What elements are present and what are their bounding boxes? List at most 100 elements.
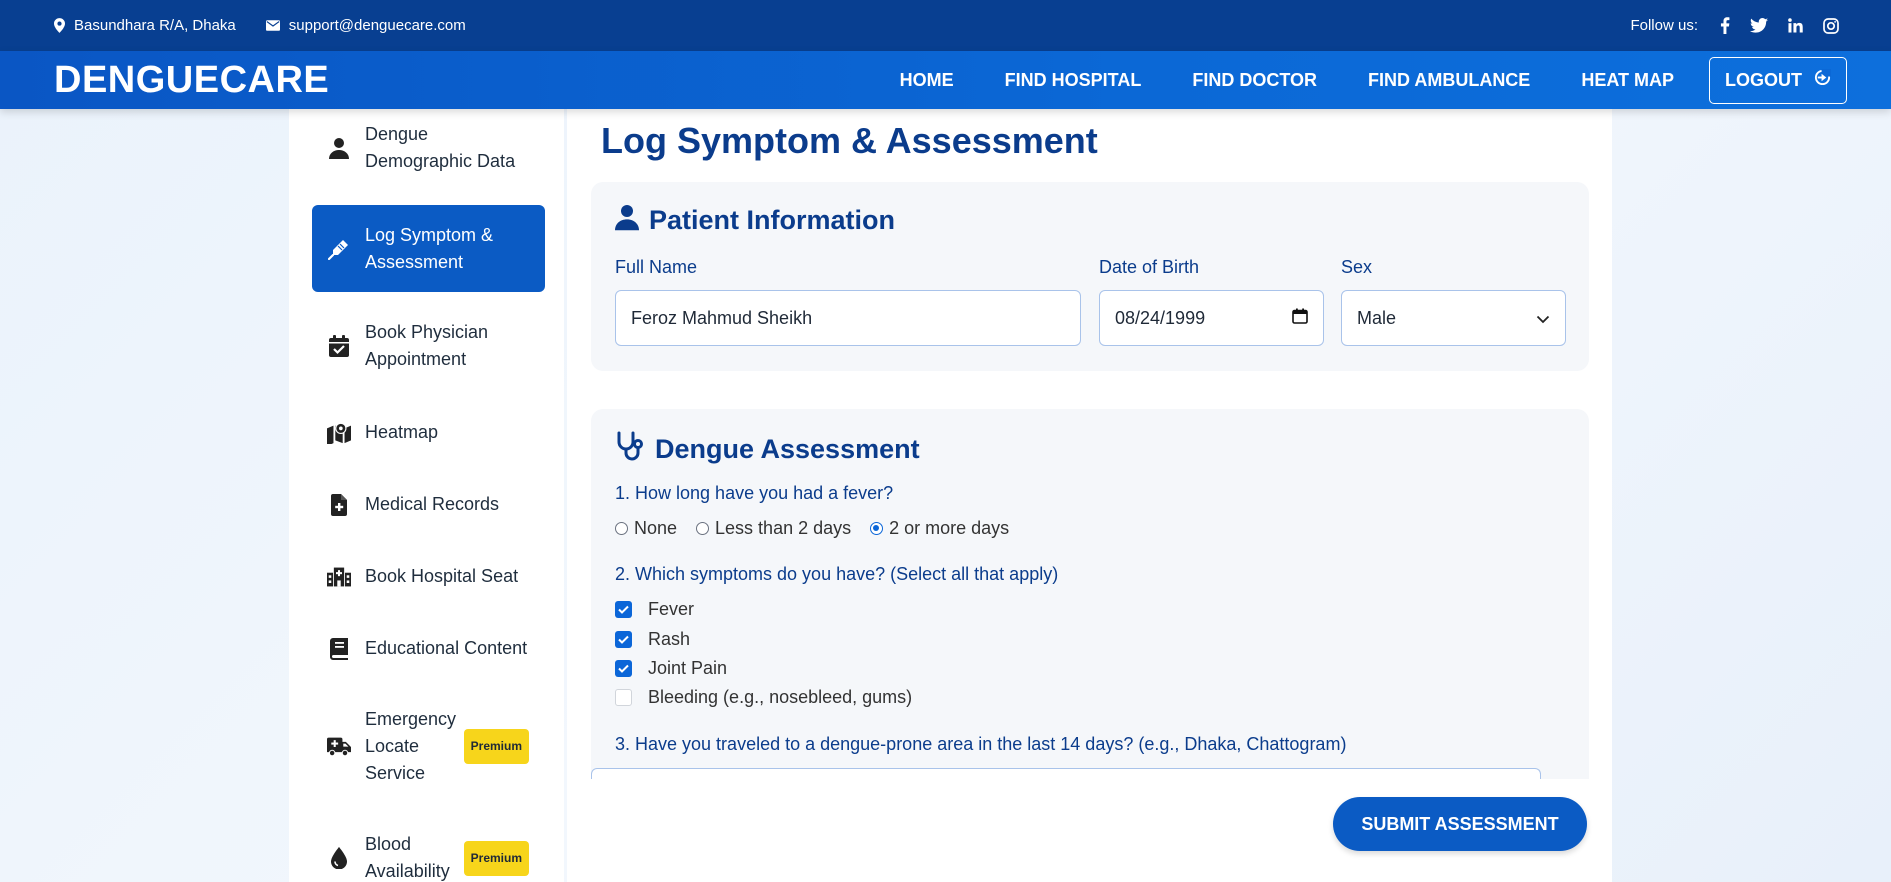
sidebar-item-label: Blood Availability [365, 834, 450, 881]
patient-information-title: Patient Information [649, 205, 896, 235]
patient-information-heading: Patient Information [615, 203, 895, 238]
nav-find-hospital[interactable]: FIND HOSPITAL [1005, 70, 1142, 91]
sidebar-item-blood-availability[interactable]: Blood Availability Premium [312, 831, 545, 882]
blood-drop-icon [327, 847, 351, 869]
map-marker-icon [327, 422, 351, 444]
radio-label: Less than 2 days [715, 518, 852, 538]
checkbox-label: Bleeding (e.g., nosebleed, gums) [648, 687, 913, 707]
nav-home[interactable]: HOME [900, 70, 954, 91]
sidebar-item-label: Heatmap [365, 422, 439, 442]
fever-duration-options: None Less than 2 days 2 or more days [615, 518, 1028, 539]
envelope-icon [265, 20, 280, 31]
sidebar-item-label: Log Symptom & Assessment [365, 224, 494, 272]
checkbox-unchecked[interactable] [615, 689, 632, 706]
premium-badge: Premium [463, 729, 529, 764]
radio-label: None [634, 518, 678, 538]
patient-information-card: Patient Information Full Name Feroz Mahm… [591, 182, 1589, 371]
question-travel: 3. Have you traveled to a dengue-prone a… [615, 734, 1347, 754]
radio-2-or-more-days[interactable]: 2 or more days [870, 518, 1009, 539]
date-of-birth-input[interactable]: 08/24/1999 [1099, 290, 1324, 346]
checkbox-checked[interactable] [615, 601, 632, 618]
book-icon [327, 637, 351, 660]
calendar-icon[interactable] [1292, 308, 1308, 329]
full-name-input[interactable]: Feroz Mahmud Sheikh [615, 290, 1081, 346]
question-fever-duration: 1. How long have you had a fever? [615, 483, 894, 503]
checkbox-label: Fever [648, 599, 695, 619]
premium-badge: Premium [463, 840, 529, 876]
stethoscope-icon [615, 431, 645, 468]
sidebar-item-label: Educational Content [365, 638, 528, 658]
submit-assessment-button[interactable]: SUBMIT ASSESSMENT [1333, 797, 1587, 851]
sidebar: Dengue Demographic Data Log Symptom & As… [289, 109, 564, 882]
dengue-assessment-heading: Dengue Assessment [615, 431, 920, 468]
address-contact: Basundhara R/A, Dhaka [54, 17, 236, 34]
sidebar-item-label: Dengue Demographic Data [365, 124, 516, 171]
email-text[interactable]: support@denguecare.com [289, 17, 466, 34]
nav-links: HOME FIND HOSPITAL FIND DOCTOR FIND AMBU… [849, 56, 1847, 104]
form-footer: SUBMIT ASSESSMENT [591, 779, 1589, 867]
nav-find-doctor[interactable]: FIND DOCTOR [1192, 70, 1317, 91]
logout-button[interactable]: LOGOUT [1709, 56, 1847, 104]
full-name-value: Feroz Mahmud Sheikh [631, 307, 813, 328]
nav-find-ambulance[interactable]: FIND AMBULANCE [1368, 70, 1530, 91]
linkedin-icon[interactable] [1788, 18, 1803, 33]
address-text: Basundhara R/A, Dhaka [74, 17, 236, 34]
radio-button[interactable] [615, 522, 628, 535]
full-name-label: Full Name [615, 257, 698, 277]
email-contact[interactable]: support@denguecare.com [265, 17, 466, 34]
checkbox-bleeding[interactable]: Bleeding (e.g., nosebleed, gums) [615, 687, 912, 708]
page-title: Log Symptom & Assessment [601, 120, 1098, 161]
main-navbar: DENGUECARE HOME FIND HOSPITAL FIND DOCTO… [0, 51, 1891, 109]
dengue-assessment-card: Dengue Assessment 1. How long have you h… [591, 409, 1589, 809]
radio-none[interactable]: None [615, 518, 677, 539]
file-medical-icon [327, 493, 351, 516]
date-of-birth-label: Date of Birth [1099, 257, 1200, 277]
dengue-assessment-title: Dengue Assessment [655, 434, 920, 464]
checkbox-label: Rash [648, 629, 691, 649]
sidebar-item-book-hospital-seat[interactable]: Book Hospital Seat [312, 563, 545, 590]
calendar-check-icon [327, 335, 351, 357]
sex-value: Male [1357, 307, 1397, 328]
chevron-down-icon [1536, 308, 1550, 329]
user-icon [327, 137, 351, 159]
checkbox-label: Joint Pain [648, 658, 728, 678]
top-info-bar: Basundhara R/A, Dhaka support@denguecare… [0, 0, 1891, 51]
sidebar-item-heatmap[interactable]: Heatmap [312, 419, 545, 446]
sidebar-item-label: Book Physician Appointment [365, 322, 489, 369]
sidebar-item-book-physician[interactable]: Book Physician Appointment [312, 319, 545, 373]
checkbox-checked[interactable] [615, 631, 632, 648]
sidebar-item-educational-content[interactable]: Educational Content [312, 635, 545, 662]
checkbox-joint-pain[interactable]: Joint Pain [615, 658, 727, 679]
follow-us-label: Follow us: [1630, 17, 1698, 34]
sidebar-item-emergency-locate[interactable]: Emergency Locate Service Premium [312, 706, 545, 787]
logout-icon [1814, 69, 1831, 91]
sidebar-item-log-symptom[interactable]: Log Symptom & Assessment [312, 205, 545, 292]
sidebar-item-label: Book Hospital Seat [365, 566, 519, 586]
sex-label: Sex [1341, 257, 1373, 277]
location-pin-icon [54, 18, 65, 33]
logout-label: LOGOUT [1725, 69, 1802, 90]
radio-less-than-2-days[interactable]: Less than 2 days [696, 518, 851, 539]
main-content: Log Symptom & Assessment Patient Informa… [567, 109, 1612, 882]
radio-button[interactable] [696, 522, 710, 535]
sex-select[interactable]: Male [1341, 290, 1566, 346]
checkbox-fever[interactable]: Fever [615, 599, 694, 620]
sidebar-item-medical-records[interactable]: Medical Records [312, 491, 545, 518]
sidebar-item-label: Emergency Locate Service [365, 709, 457, 783]
date-of-birth-value: 08/24/1999 [1115, 307, 1206, 328]
site-logo[interactable]: DENGUECARE [54, 59, 329, 102]
checkbox-checked[interactable] [615, 660, 632, 677]
hospital-icon [327, 566, 351, 588]
ambulance-icon [327, 736, 351, 758]
sidebar-item-demographic-data[interactable]: Dengue Demographic Data [312, 121, 545, 175]
checkbox-rash[interactable]: Rash [615, 629, 690, 650]
nav-heat-map[interactable]: HEAT MAP [1581, 70, 1674, 91]
radio-button-selected[interactable] [870, 522, 884, 535]
instagram-icon[interactable] [1823, 17, 1839, 34]
radio-label: 2 or more days [889, 518, 1010, 538]
user-icon [615, 203, 639, 238]
thermometer-icon [327, 238, 351, 260]
sidebar-item-label: Medical Records [365, 494, 500, 514]
twitter-icon[interactable] [1750, 18, 1768, 33]
facebook-icon[interactable] [1720, 17, 1730, 34]
